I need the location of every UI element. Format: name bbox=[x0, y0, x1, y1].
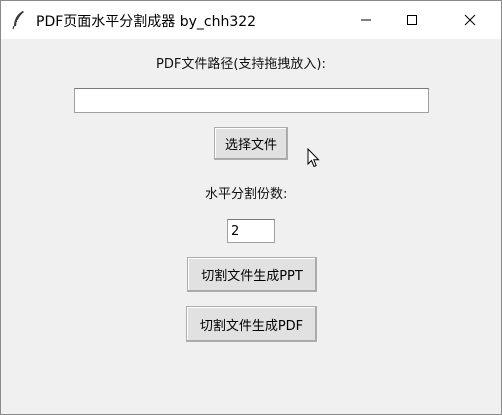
maximize-icon bbox=[406, 11, 418, 30]
path-label: PDF文件路径(支持拖拽放入): bbox=[156, 57, 326, 72]
generate-pdf-button[interactable]: 切割文件生成PDF bbox=[186, 306, 317, 342]
feather-icon bbox=[11, 10, 27, 30]
main-panel: PDF文件路径(支持拖拽放入): 选择文件 水平分割份数: 切割文件生成PPT … bbox=[1, 39, 501, 414]
split-count-label: 水平分割份数: bbox=[205, 187, 288, 202]
maximize-button[interactable] bbox=[389, 1, 435, 39]
mouse-pointer-icon bbox=[307, 147, 321, 168]
generate-ppt-button[interactable]: 切割文件生成PPT bbox=[187, 257, 317, 292]
app-window: PDF页面水平分割成器 by_chh322 PDF文件路径(支持拖拽放入): 选… bbox=[0, 0, 502, 415]
generate-ppt-label: 切割文件生成PPT bbox=[201, 269, 303, 284]
select-file-button[interactable]: 选择文件 bbox=[214, 127, 288, 160]
minimize-icon bbox=[360, 11, 372, 30]
pdf-path-input[interactable] bbox=[74, 88, 429, 113]
title-bar[interactable]: PDF页面水平分割成器 by_chh322 bbox=[1, 1, 501, 39]
close-button[interactable] bbox=[447, 1, 493, 39]
split-count-input[interactable] bbox=[227, 219, 275, 243]
generate-pdf-label: 切割文件生成PDF bbox=[199, 318, 304, 334]
window-title: PDF页面水平分割成器 by_chh322 bbox=[36, 14, 257, 30]
close-icon bbox=[464, 11, 476, 30]
minimize-button[interactable] bbox=[343, 1, 389, 39]
select-file-label: 选择文件 bbox=[224, 138, 277, 153]
